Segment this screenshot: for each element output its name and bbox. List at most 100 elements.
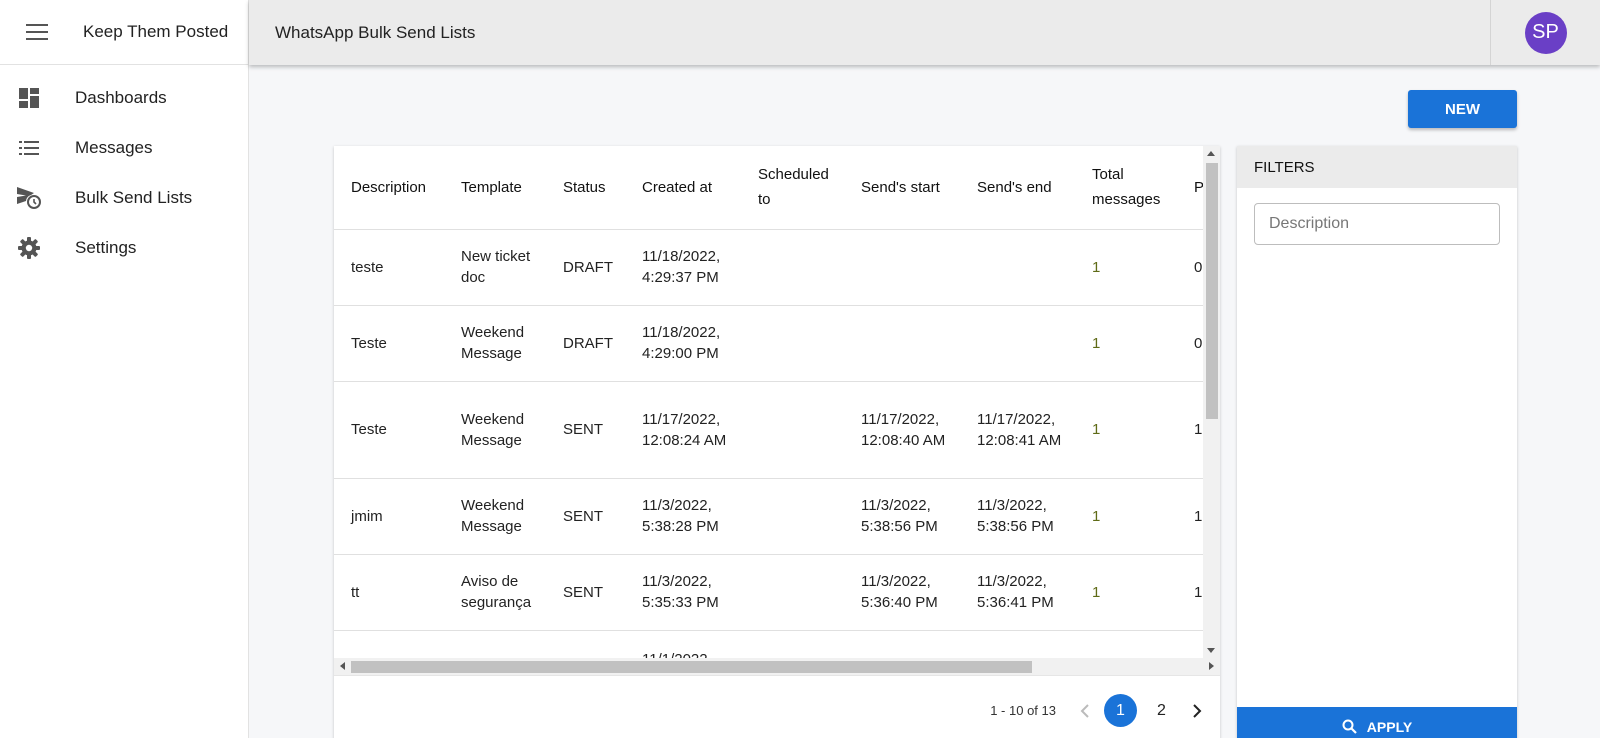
cell-scheduled-to — [741, 229, 844, 306]
apply-button-label: APPLY — [1366, 718, 1413, 735]
cell-scheduled-to — [741, 381, 844, 479]
cell-send-start: 11/3/2022, 5:36:40 PM — [844, 554, 960, 631]
vertical-scrollbar[interactable] — [1203, 146, 1220, 658]
app-title: Keep Them Posted — [83, 22, 229, 41]
new-button[interactable]: NEW — [1408, 90, 1517, 128]
cell-send-end: 11/3/2022, 5:38:56 PM — [960, 478, 1075, 555]
cell-total-messages: 1 — [1075, 305, 1177, 382]
column-header-template[interactable]: Template — [444, 146, 546, 230]
sidebar-item-bulk-send-lists[interactable]: Bulk Send Lists — [0, 173, 248, 223]
sidebar-item-label: Bulk Send Lists — [75, 188, 193, 207]
next-page-button[interactable] — [1182, 696, 1212, 726]
bulk-send-table-card: Description Template Status Created at S… — [334, 146, 1220, 738]
column-header-partial-messages[interactable]: P m — [1177, 146, 1203, 230]
hamburger-menu-icon — [26, 24, 48, 40]
dashboard-icon — [17, 86, 41, 110]
cell-scheduled-to — [741, 478, 844, 555]
scroll-right-arrow-icon[interactable] — [1209, 662, 1214, 670]
filters-title: FILTERS — [1237, 146, 1517, 188]
cell-total-messages: 1 — [1075, 381, 1177, 479]
gear-icon — [17, 236, 41, 260]
list-icon — [17, 136, 41, 160]
previous-page-button[interactable] — [1070, 696, 1100, 726]
pagination: 1 - 10 of 13 1 2 — [334, 675, 1220, 738]
cell-send-start — [844, 630, 960, 658]
avatar[interactable]: SP — [1524, 11, 1567, 54]
cell-template: Weekend Message — [444, 305, 546, 382]
cell-status — [546, 630, 625, 658]
cell-partial-messages: 0 — [1177, 229, 1203, 306]
cell-partial-messages: 0 — [1177, 305, 1203, 382]
table-row[interactable]: jmim Weekend Message SENT 11/3/2022, 5:3… — [334, 478, 1203, 555]
chevron-right-icon — [1193, 703, 1202, 718]
cell-created-at: 11/3/2022, 5:38:28 PM — [625, 478, 741, 555]
top-app-bar: WhatsApp Bulk Send Lists SP — [249, 0, 1600, 65]
cell-description — [334, 630, 444, 658]
table-viewport[interactable]: Description Template Status Created at S… — [334, 146, 1203, 658]
cell-send-end: 11/17/2022, 12:08:41 AM — [960, 381, 1075, 479]
cell-partial-messages: 1 — [1177, 381, 1203, 479]
column-header-scheduled-to[interactable]: Scheduled to — [741, 146, 844, 230]
cell-template: Aviso de segurança — [444, 554, 546, 631]
cell-scheduled-to — [741, 630, 844, 658]
cell-description: jmim — [334, 478, 444, 555]
scroll-down-arrow-icon[interactable] — [1207, 648, 1215, 653]
cell-description: teste — [334, 229, 444, 306]
cell-send-start: 11/3/2022, 5:38:56 PM — [844, 478, 960, 555]
sidebar-item-settings[interactable]: Settings — [0, 223, 248, 273]
cell-description: Teste — [334, 305, 444, 382]
cell-template — [444, 630, 546, 658]
scroll-left-arrow-icon[interactable] — [340, 662, 345, 670]
horizontal-scroll-thumb[interactable] — [351, 661, 1032, 673]
cell-status: DRAFT — [546, 229, 625, 306]
cell-total-messages: 1 — [1075, 229, 1177, 306]
cell-template: Weekend Message — [444, 478, 546, 555]
column-header-send-end[interactable]: Send's end — [960, 146, 1075, 230]
column-header-created-at[interactable]: Created at — [625, 146, 741, 230]
cell-send-start — [844, 305, 960, 382]
cell-status: DRAFT — [546, 305, 625, 382]
sidebar-item-label: Messages — [75, 138, 153, 157]
menu-button[interactable] — [18, 13, 56, 51]
cell-scheduled-to — [741, 305, 844, 382]
cell-status: SENT — [546, 381, 625, 479]
cell-send-end: 11/3/2022, 5:36:41 PM — [960, 554, 1075, 631]
cell-created-at: 11/3/2022, 5:35:33 PM — [625, 554, 741, 631]
apply-button[interactable]: APPLY — [1237, 707, 1517, 738]
cell-created-at: 11/18/2022, 4:29:00 PM — [625, 305, 741, 382]
cell-send-end — [960, 630, 1075, 658]
scroll-up-arrow-icon[interactable] — [1207, 151, 1215, 156]
brand-bar: Keep Them Posted — [0, 0, 248, 65]
filters-panel: FILTERS APPLY — [1237, 146, 1517, 738]
page-button-1[interactable]: 1 — [1104, 694, 1137, 727]
sidebar-item-label: Dashboards — [75, 88, 167, 107]
column-header-description[interactable]: Description — [334, 146, 444, 230]
sidebar-item-dashboards[interactable]: Dashboards — [0, 73, 248, 123]
page-title: WhatsApp Bulk Send Lists — [275, 22, 476, 42]
user-area: SP — [1490, 0, 1600, 65]
description-filter-input[interactable] — [1254, 203, 1500, 245]
cell-scheduled-to — [741, 554, 844, 631]
page-button-2[interactable]: 2 — [1145, 694, 1178, 727]
cell-status: SENT — [546, 478, 625, 555]
sidebar: Keep Them Posted Dashboards Messages Bul… — [0, 0, 249, 738]
table-row[interactable]: teste New ticket doc DRAFT 11/18/2022, 4… — [334, 229, 1203, 306]
table-row[interactable]: Teste Weekend Message SENT 11/17/2022, 1… — [334, 381, 1203, 479]
sidebar-item-label: Settings — [75, 238, 137, 257]
column-header-send-start[interactable]: Send's start — [844, 146, 960, 230]
table-row[interactable]: Teste Weekend Message DRAFT 11/18/2022, … — [334, 305, 1203, 382]
vertical-scroll-thumb[interactable] — [1206, 163, 1218, 419]
cell-partial-messages: 1 — [1177, 554, 1203, 631]
cell-send-start — [844, 229, 960, 306]
cell-send-end — [960, 305, 1075, 382]
cell-template: Weekend Message — [444, 381, 546, 479]
sidebar-item-messages[interactable]: Messages — [0, 123, 248, 173]
table-row[interactable]: 11/1/2022 — [334, 630, 1203, 658]
column-header-total-messages[interactable]: Total messages — [1075, 146, 1177, 230]
cell-template: New ticket doc — [444, 229, 546, 306]
table-header-row: Description Template Status Created at S… — [334, 146, 1203, 230]
cell-created-at: 11/1/2022 — [625, 630, 741, 658]
horizontal-scrollbar[interactable] — [334, 658, 1220, 675]
table-row[interactable]: tt Aviso de segurança SENT 11/3/2022, 5:… — [334, 554, 1203, 631]
column-header-status[interactable]: Status — [546, 146, 625, 230]
